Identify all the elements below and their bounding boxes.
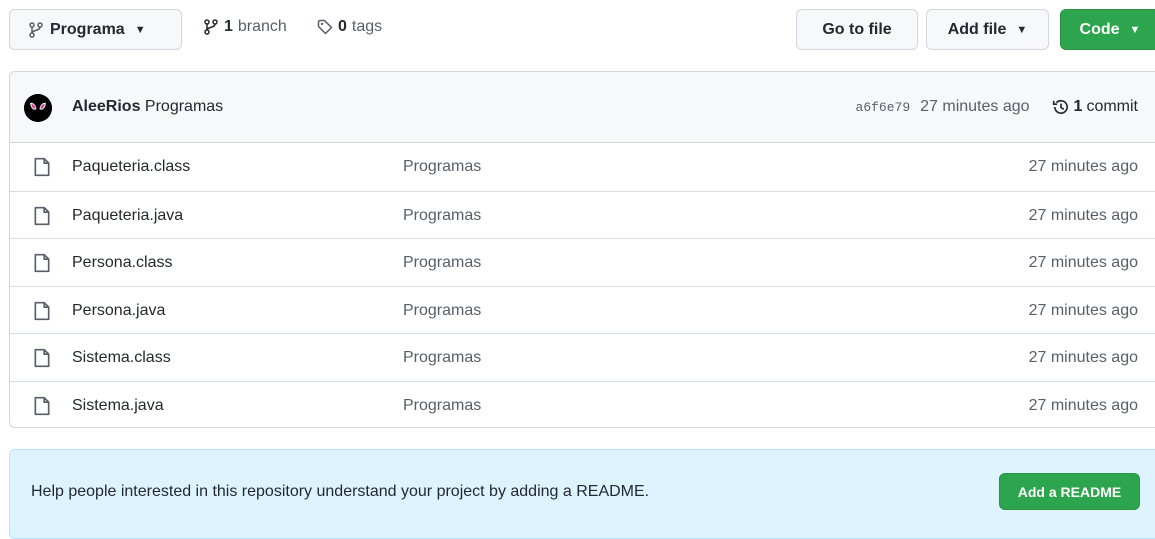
branch-label: branch (237, 18, 287, 35)
file-icon (34, 301, 50, 320)
readme-prompt-text: Help people interested in this repositor… (31, 483, 650, 500)
readme-banner: Help people interested in this repositor… (9, 449, 1155, 539)
go-to-file-button[interactable]: Go to file (796, 9, 918, 50)
branches-link[interactable]: 1 branch (203, 18, 287, 36)
file-row[interactable]: Paqueteria.java Programas 27 minutes ago (10, 190, 1155, 239)
file-commit-message-link[interactable]: Programas (403, 302, 481, 320)
repo-toolbar: Programa ▼ 1 branch 0 tags Go to file Ad… (0, 0, 1155, 60)
add-file-button[interactable]: Add file ▼ (926, 9, 1049, 50)
avatar[interactable] (24, 94, 52, 122)
file-row[interactable]: Sistema.java Programas 27 minutes ago (10, 380, 1155, 427)
file-commit-time: 27 minutes ago (1028, 206, 1138, 224)
file-commit-time: 27 minutes ago (1028, 301, 1138, 319)
commit-message-link[interactable]: Programas (145, 98, 223, 115)
caret-down-icon: ▼ (1129, 23, 1141, 36)
file-commit-time: 27 minutes ago (1028, 396, 1138, 414)
file-commit-time: 27 minutes ago (1028, 349, 1138, 367)
code-label: Code (1079, 20, 1120, 38)
caret-down-icon: ▼ (1016, 23, 1028, 36)
tag-count: 0 (338, 18, 347, 35)
file-commit-message-link[interactable]: Programas (403, 397, 481, 415)
file-commit-time: 27 minutes ago (1028, 158, 1138, 175)
file-icon (34, 206, 50, 225)
commit-count: 1 (1073, 98, 1083, 115)
file-commit-time: 27 minutes ago (1028, 254, 1138, 272)
history-icon (1052, 100, 1068, 114)
tag-icon (317, 19, 333, 35)
tag-label: tags (351, 18, 383, 35)
file-icon (34, 254, 50, 273)
add-readme-button[interactable]: Add a README (999, 473, 1140, 510)
branch-name: Programa (50, 20, 125, 38)
file-commit-message-link[interactable]: Programas (403, 254, 481, 272)
file-name-link[interactable]: Persona.java (72, 302, 165, 320)
file-name-link[interactable]: Paqueteria.class (72, 158, 190, 176)
file-commit-message-link[interactable]: Programas (403, 158, 481, 176)
file-row[interactable]: Sistema.class Programas 27 minutes ago (10, 333, 1155, 381)
file-name-link[interactable]: Persona.class (72, 254, 173, 272)
file-commit-message-link[interactable]: Programas (403, 207, 481, 225)
commit-sha-link[interactable]: a6f6e79 (856, 100, 911, 115)
commit-count-label: commit (1086, 98, 1138, 115)
caret-down-icon: ▼ (134, 23, 146, 36)
file-name-link[interactable]: Paqueteria.java (72, 207, 183, 225)
git-branch-icon (204, 19, 218, 35)
code-button[interactable]: Code ▼ (1060, 9, 1155, 50)
latest-commit-bar: AleeRios Programas a6f6e79 27 minutes ag… (10, 72, 1155, 143)
git-branch-icon (29, 21, 43, 38)
file-row[interactable]: Paqueteria.class Programas 27 minutes ag… (10, 143, 1155, 191)
file-list: Paqueteria.class Programas 27 minutes ag… (10, 143, 1155, 427)
file-commit-message-link[interactable]: Programas (403, 349, 481, 367)
commit-details: a6f6e79 27 minutes ago 1 commit (856, 98, 1138, 116)
go-to-file-label: Go to file (822, 20, 892, 38)
file-icon (34, 349, 50, 368)
add-file-label: Add file (947, 20, 1007, 38)
commit-time: 27 minutes ago (920, 98, 1030, 115)
file-row[interactable]: Persona.java Programas 27 minutes ago (10, 285, 1155, 334)
file-row[interactable]: Persona.class Programas 27 minutes ago (10, 238, 1155, 286)
file-icon (34, 157, 50, 177)
file-icon (34, 396, 50, 416)
branch-select-button[interactable]: Programa ▼ (9, 9, 182, 50)
tags-link[interactable]: 0 tags (317, 18, 382, 36)
commit-summary: AleeRios Programas (72, 98, 223, 116)
file-name-link[interactable]: Sistema.java (72, 397, 164, 415)
branch-count: 1 (224, 18, 233, 35)
commits-link[interactable]: 1 commit (1052, 98, 1138, 116)
commit-author-link[interactable]: AleeRios (72, 98, 140, 115)
file-list-box: AleeRios Programas a6f6e79 27 minutes ag… (9, 71, 1155, 428)
file-name-link[interactable]: Sistema.class (72, 349, 171, 367)
